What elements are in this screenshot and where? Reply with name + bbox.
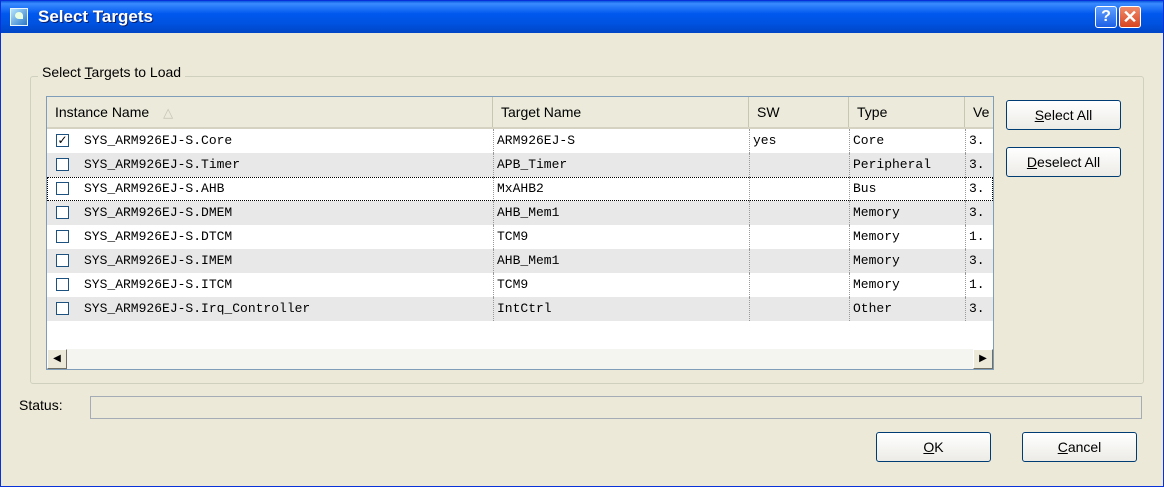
column-header[interactable]: Ve: [965, 97, 993, 127]
app-icon: [10, 8, 28, 26]
cell-target: APB_Timer: [493, 153, 749, 177]
cell-type: Memory: [849, 225, 965, 249]
cell-instance: SYS_ARM926EJ-S.Irq_Controller: [84, 301, 311, 316]
cell-type: Memory: [849, 249, 965, 273]
cell-ver: 3.: [965, 129, 993, 153]
cell-type: Other: [849, 297, 965, 321]
ok-button[interactable]: OK: [876, 432, 991, 462]
cell-ver: 3.: [965, 201, 993, 225]
cell-sw: [749, 153, 849, 177]
row-checkbox[interactable]: [56, 278, 69, 291]
cancel-button[interactable]: Cancel: [1022, 432, 1137, 462]
cell-instance: SYS_ARM926EJ-S.IMEM: [84, 253, 233, 268]
cell-ver: 3.: [965, 153, 993, 177]
row-checkbox[interactable]: [56, 230, 69, 243]
column-header[interactable]: Type: [849, 97, 965, 127]
status-label: Status:: [19, 397, 63, 413]
cell-target: MxAHB2: [493, 177, 749, 201]
cell-target: IntCtrl: [493, 297, 749, 321]
scroll-left-icon[interactable]: ◀: [47, 349, 67, 369]
cell-instance: SYS_ARM926EJ-S.DMEM: [84, 205, 233, 220]
close-button[interactable]: ✕: [1119, 6, 1141, 28]
cell-sw: [749, 201, 849, 225]
status-field: [90, 396, 1142, 419]
targets-list[interactable]: Instance Name △ Target Name SW Type Ve ✓ SYS_A…: [46, 96, 994, 370]
column-header[interactable]: Target Name: [493, 97, 749, 127]
cell-target: TCM9: [493, 225, 749, 249]
list-header: Instance Name △ Target Name SW Type Ve: [47, 97, 993, 129]
row-checkbox[interactable]: [56, 254, 69, 267]
row-checkbox[interactable]: ✓: [56, 134, 69, 147]
cell-instance: SYS_ARM926EJ-S.DTCM: [84, 229, 233, 244]
cell-ver: 1.: [965, 225, 993, 249]
cell-target: ARM926EJ-S: [493, 129, 749, 153]
cell-ver: 3.: [965, 297, 993, 321]
cell-target: AHB_Mem1: [493, 249, 749, 273]
table-row[interactable]: SYS_ARM926EJ-S.ITCM TCM9 Memory 1.: [47, 273, 993, 297]
window-title: Select Targets: [38, 7, 153, 26]
cell-type: Bus: [849, 177, 965, 201]
row-checkbox[interactable]: [56, 206, 69, 219]
scroll-right-icon[interactable]: ▶: [973, 349, 993, 369]
cell-sw: yes: [749, 129, 849, 153]
sort-ascending-icon: △: [163, 105, 174, 120]
cell-ver: 3.: [965, 249, 993, 273]
cell-type: Peripheral: [849, 153, 965, 177]
table-row[interactable]: SYS_ARM926EJ-S.AHB MxAHB2 Bus 3.: [47, 177, 993, 201]
cell-instance: SYS_ARM926EJ-S.Timer: [84, 157, 241, 172]
cell-sw: [749, 297, 849, 321]
column-header[interactable]: SW: [749, 97, 849, 127]
cell-sw: [749, 273, 849, 297]
title-bar[interactable]: Select Targets ? ✕: [1, 1, 1163, 33]
select-all-button[interactable]: Select All: [1006, 100, 1121, 130]
column-header[interactable]: Instance Name △: [47, 97, 493, 127]
table-row[interactable]: SYS_ARM926EJ-S.DMEM AHB_Mem1 Memory 3.: [47, 201, 993, 225]
table-row[interactable]: SYS_ARM926EJ-S.IMEM AHB_Mem1 Memory 3.: [47, 249, 993, 273]
help-button[interactable]: ?: [1095, 6, 1117, 28]
group-label: Select Targets to Load: [38, 64, 186, 80]
table-row[interactable]: SYS_ARM926EJ-S.DTCM TCM9 Memory 1.: [47, 225, 993, 249]
deselect-all-button[interactable]: Deselect All: [1006, 147, 1121, 177]
cell-sw: [749, 177, 849, 201]
cell-instance: SYS_ARM926EJ-S.AHB: [84, 181, 225, 196]
cell-ver: 3.: [965, 177, 993, 201]
cell-target: TCM9: [493, 273, 749, 297]
cell-type: Memory: [849, 201, 965, 225]
cell-sw: [749, 225, 849, 249]
cell-type: Core: [849, 129, 965, 153]
cell-ver: 1.: [965, 273, 993, 297]
table-row[interactable]: SYS_ARM926EJ-S.Irq_Controller IntCtrl Othe…: [47, 297, 993, 321]
horizontal-scrollbar[interactable]: ◀ ▶: [47, 349, 993, 369]
cell-instance: SYS_ARM926EJ-S.ITCM: [84, 277, 233, 292]
row-checkbox[interactable]: [56, 158, 69, 171]
cell-sw: [749, 249, 849, 273]
cell-instance: SYS_ARM926EJ-S.Core: [84, 133, 233, 148]
table-row[interactable]: ✓ SYS_ARM926EJ-S.Core ARM926EJ-S yes Core 3.: [47, 129, 993, 153]
row-checkbox[interactable]: [56, 302, 69, 315]
row-checkbox[interactable]: [56, 182, 69, 195]
cell-type: Memory: [849, 273, 965, 297]
cell-target: AHB_Mem1: [493, 201, 749, 225]
table-row[interactable]: SYS_ARM926EJ-S.Timer APB_Timer Peripheral 3…: [47, 153, 993, 177]
